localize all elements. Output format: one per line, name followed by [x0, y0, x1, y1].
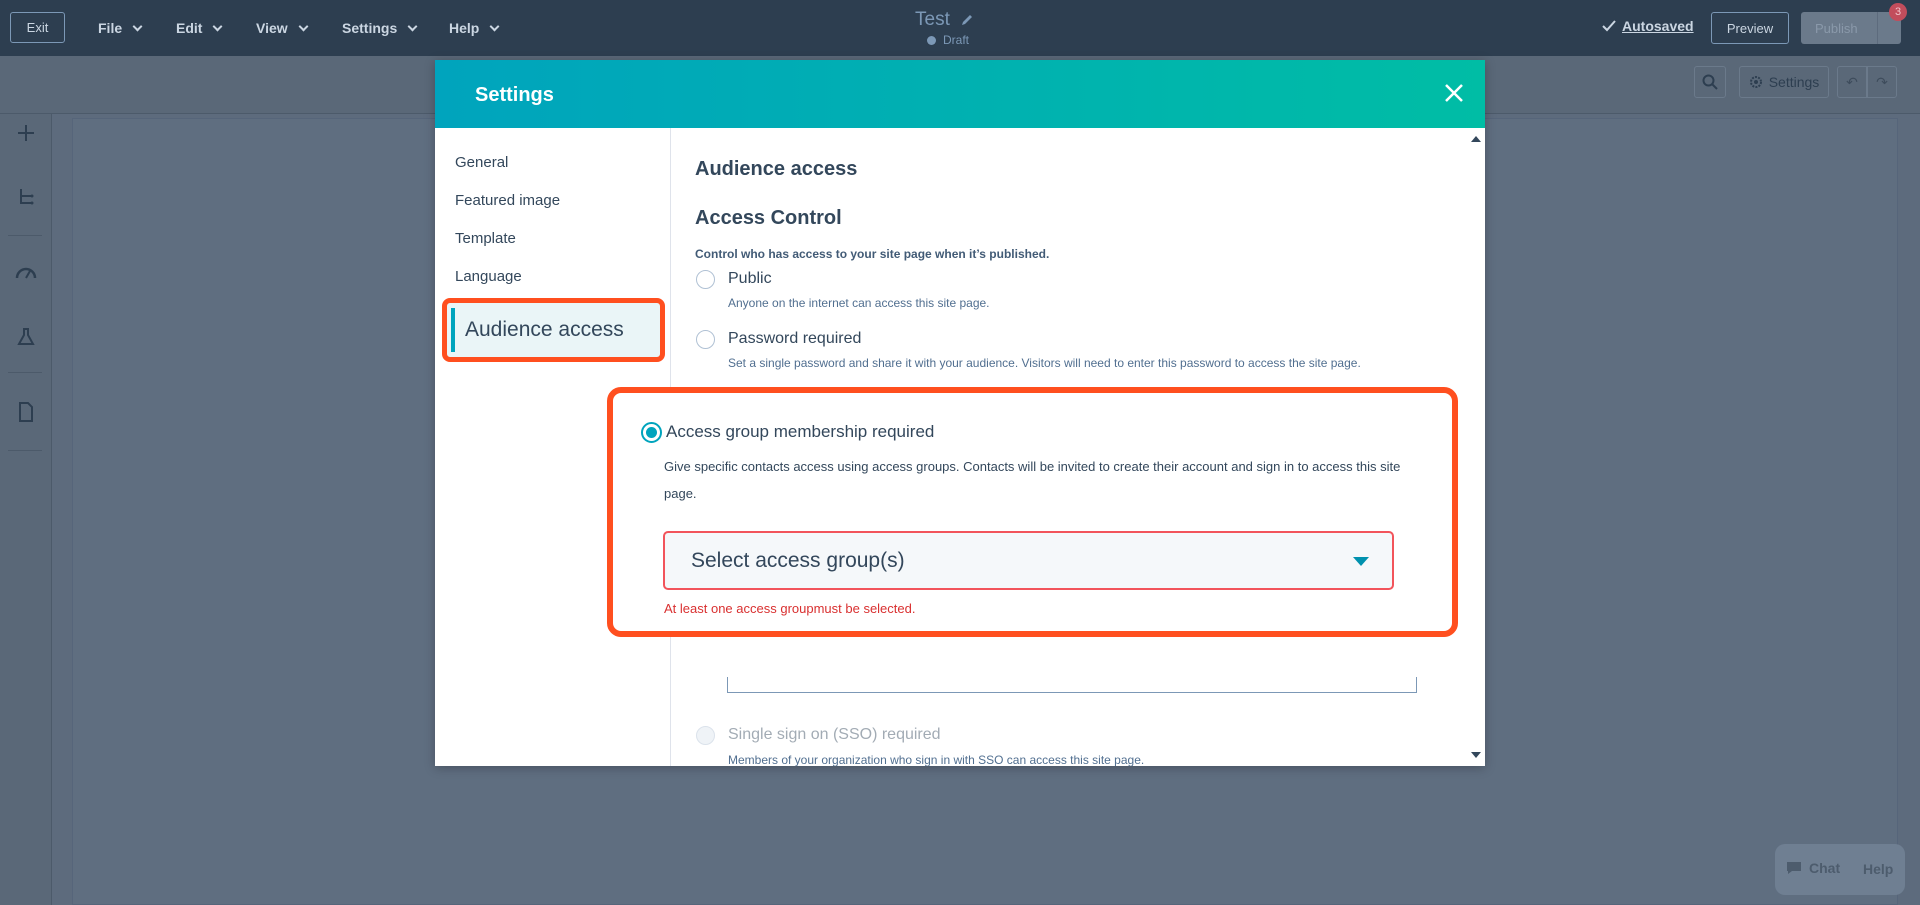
section-title: Audience access — [695, 158, 858, 180]
rail-divider — [8, 450, 42, 451]
access-group-select[interactable]: Select access group(s) — [663, 531, 1394, 590]
radio-password[interactable] — [696, 330, 715, 349]
active-indicator — [451, 308, 455, 352]
modal-title: Settings — [475, 84, 554, 106]
radio-public-description: Anyone on the internet can access this s… — [728, 296, 990, 310]
exit-button[interactable]: Exit — [10, 12, 65, 43]
radio-sso-description: Members of your organization who sign in… — [728, 753, 1145, 766]
checkmark-icon — [1602, 20, 1616, 32]
help-button[interactable]: Help — [1863, 861, 1893, 877]
nav-item-general[interactable]: General — [455, 154, 508, 171]
chevron-down-icon — [489, 21, 500, 31]
menu-file[interactable]: File — [98, 0, 143, 56]
autosaved-text: Autosaved — [1622, 18, 1694, 34]
radio-public-label[interactable]: Public — [728, 270, 772, 288]
menu-file-label: File — [98, 20, 123, 36]
chat-label: Chat — [1809, 860, 1841, 876]
top-bar: Exit File Edit View Settings Help Test D… — [0, 0, 1920, 56]
access-group-select-placeholder: Select access group(s) — [691, 549, 905, 572]
caret-down-icon — [1353, 557, 1369, 566]
menu-view[interactable]: View — [256, 0, 309, 56]
undo-button[interactable]: ↶ — [1837, 66, 1867, 98]
radio-public[interactable] — [696, 270, 715, 289]
chat-widget[interactable]: Chat Help — [1775, 844, 1905, 895]
radio-access-group-description: Give specific contacts access using acce… — [664, 459, 1401, 501]
radio-access-group-label[interactable]: Access group membership required — [666, 422, 934, 442]
page-icon[interactable] — [13, 399, 39, 425]
document-title[interactable]: Test — [915, 9, 974, 31]
subsection-title: Access Control — [695, 207, 842, 229]
scroll-up-arrow-icon[interactable] — [1471, 136, 1481, 142]
chevron-down-icon — [407, 21, 418, 31]
access-group-callout: Access group membership required Give sp… — [607, 387, 1458, 637]
redo-button[interactable]: ↷ — [1867, 66, 1897, 98]
radio-sso-label[interactable]: Single sign on (SSO) required — [728, 726, 941, 744]
menu-help[interactable]: Help — [449, 0, 500, 56]
nav-item-audience-access[interactable]: Audience access — [442, 298, 665, 362]
modal-header: Settings — [435, 60, 1485, 128]
chevron-down-icon — [298, 21, 309, 31]
status-dot-icon — [927, 35, 936, 45]
radio-sso[interactable] — [696, 726, 715, 745]
document-title-text: Test — [915, 9, 950, 30]
undo-icon: ↶ — [1846, 73, 1858, 90]
menu-settings[interactable]: Settings — [342, 0, 418, 56]
menu-edit-label: Edit — [176, 20, 203, 36]
search-icon — [1702, 74, 1718, 90]
toolbar-settings-label: Settings — [1768, 74, 1820, 90]
chevron-down-icon — [213, 21, 223, 31]
search-button[interactable] — [1694, 66, 1726, 98]
redo-icon: ↷ — [1876, 73, 1888, 90]
nav-item-language[interactable]: Language — [455, 268, 522, 285]
rail-divider — [8, 372, 42, 373]
toolbar-settings-button[interactable]: Settings — [1739, 66, 1829, 98]
flask-icon[interactable] — [13, 324, 39, 350]
menu-help-label: Help — [449, 20, 480, 36]
pencil-icon[interactable] — [960, 13, 974, 27]
chat-bubble-icon — [1787, 862, 1801, 874]
radio-password-label[interactable]: Password required — [728, 330, 861, 348]
radio-access-group[interactable] — [641, 422, 662, 443]
publish-button[interactable]: Publish — [1801, 12, 1901, 44]
validation-error: At least one access groupmust be selecte… — [664, 601, 916, 616]
gauge-icon[interactable] — [13, 260, 39, 286]
status-text: Draft — [943, 33, 970, 47]
radio-password-description: Set a single password and share it with … — [728, 356, 1361, 370]
publish-label: Publish — [1815, 20, 1858, 36]
dropdown-behind-callout — [727, 677, 1417, 693]
menu-edit[interactable]: Edit — [176, 0, 223, 56]
help-text: Control who has access to your site page… — [695, 247, 1050, 261]
layers-tree-icon[interactable] — [13, 184, 39, 210]
chevron-down-icon — [132, 21, 143, 31]
autosaved-link[interactable]: Autosaved — [1602, 18, 1694, 34]
preview-button[interactable]: Preview — [1711, 12, 1789, 44]
menu-view-label: View — [256, 20, 288, 36]
add-icon[interactable] — [13, 120, 39, 146]
rail-divider — [8, 235, 42, 236]
nav-item-audience-access-label: Audience access — [465, 318, 624, 341]
left-rail — [0, 114, 52, 905]
menu-settings-label: Settings — [342, 20, 398, 36]
notification-badge[interactable]: 3 — [1889, 3, 1907, 21]
draft-status: Draft — [927, 33, 969, 47]
scroll-down-arrow-icon[interactable] — [1471, 752, 1481, 758]
nav-item-template[interactable]: Template — [455, 230, 516, 247]
chat-button[interactable]: Chat — [1785, 860, 1840, 876]
nav-item-featured-image[interactable]: Featured image — [455, 192, 560, 209]
gear-icon — [1749, 76, 1762, 88]
close-icon[interactable] — [1443, 82, 1465, 104]
